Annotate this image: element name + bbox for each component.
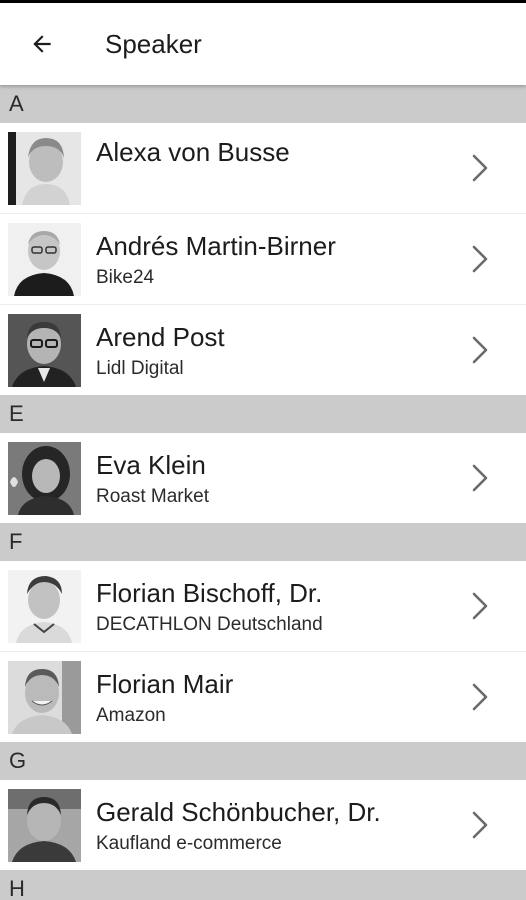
- arrow-left-icon: [33, 35, 51, 53]
- section-header-h: H: [0, 870, 526, 900]
- section-header-f: F: [0, 523, 526, 561]
- speaker-name: Andrés Martin-Birner: [96, 230, 336, 261]
- speaker-text: Eva Klein Roast Market: [96, 433, 468, 523]
- speaker-row[interactable]: Alexa von Busse: [0, 123, 526, 214]
- speaker-text: Arend Post Lidl Digital: [96, 305, 468, 395]
- page-title: Speaker: [105, 28, 202, 59]
- chevron-right-icon: [472, 464, 488, 492]
- speaker-company: Roast Market: [96, 485, 209, 507]
- section-header-e: E: [0, 395, 526, 433]
- speaker-text: Andrés Martin-Birner Bike24: [96, 214, 468, 304]
- speaker-name: Arend Post: [96, 321, 225, 352]
- speaker-text: Florian Mair Amazon: [96, 652, 468, 742]
- chevron-right-icon: [472, 592, 488, 620]
- avatar: [8, 131, 81, 205]
- avatar: [8, 441, 81, 515]
- chevron-right-icon: [472, 811, 488, 839]
- section-header-g: G: [0, 742, 526, 780]
- chevron-right-icon: [472, 336, 488, 364]
- speaker-company: Bike24: [96, 266, 155, 288]
- speaker-row[interactable]: Arend Post Lidl Digital: [0, 305, 526, 395]
- speaker-text: Alexa von Busse: [96, 123, 468, 213]
- speaker-row[interactable]: Florian Bischoff, Dr. DECATHLON Deutschl…: [0, 561, 526, 652]
- speaker-name: Florian Mair: [96, 668, 234, 699]
- chevron-right-icon: [472, 245, 488, 273]
- speaker-text: Florian Bischoff, Dr. DECATHLON Deutschl…: [96, 561, 468, 651]
- speaker-row[interactable]: Gerald Schönbucher, Dr. Kaufland e-comme…: [0, 780, 526, 870]
- chevron-right-icon: [472, 154, 488, 182]
- avatar: [8, 569, 81, 643]
- speaker-company: Amazon: [96, 704, 166, 726]
- speaker-row[interactable]: Florian Mair Amazon: [0, 652, 526, 742]
- speaker-company: DECATHLON Deutschland: [96, 613, 323, 635]
- speaker-text: Gerald Schönbucher, Dr. Kaufland e-comme…: [96, 780, 468, 870]
- speaker-list[interactable]: A Alexa von Busse Andrés Martin-Birner B…: [0, 85, 526, 900]
- speaker-name: Florian Bischoff, Dr.: [96, 577, 323, 608]
- avatar: [8, 660, 81, 734]
- speaker-name: Eva Klein: [96, 449, 206, 480]
- avatar: [8, 222, 81, 296]
- avatar: [8, 788, 81, 862]
- speaker-row[interactable]: Eva Klein Roast Market: [0, 433, 526, 523]
- speaker-company: Kaufland e-commerce: [96, 832, 282, 854]
- back-button[interactable]: [22, 24, 62, 64]
- section-header-a: A: [0, 85, 526, 123]
- avatar: [8, 313, 81, 387]
- app-bar: Speaker: [0, 3, 526, 85]
- speaker-row[interactable]: Andrés Martin-Birner Bike24: [0, 214, 526, 305]
- speaker-name: Alexa von Busse: [96, 137, 290, 167]
- speaker-name: Gerald Schönbucher, Dr.: [96, 796, 381, 827]
- speaker-company: Lidl Digital: [96, 357, 184, 379]
- chevron-right-icon: [472, 683, 488, 711]
